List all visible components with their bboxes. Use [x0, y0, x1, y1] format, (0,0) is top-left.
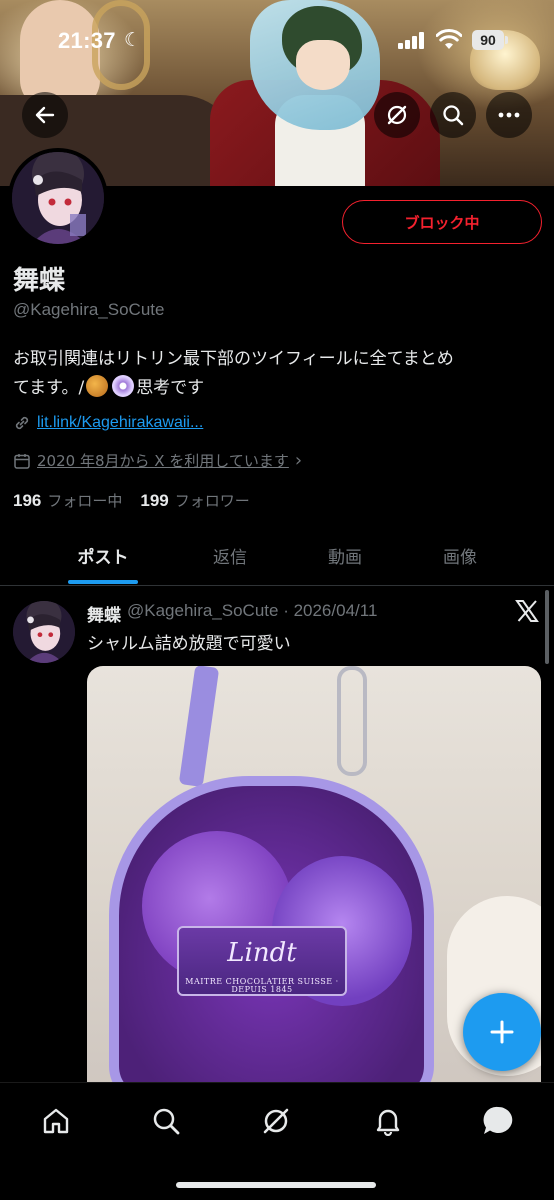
blocked-button[interactable]: ブロック中: [342, 200, 542, 244]
post-meta: @Kagehira_SoCute · 2026/04/11: [127, 601, 378, 620]
image-strap: [178, 666, 220, 788]
image-label-sub: MAITRE CHOCOLATIER SUISSE · DEPUIS 1845: [185, 977, 339, 994]
messages-icon: [483, 1106, 513, 1134]
following-link[interactable]: 196 フォロー中: [13, 490, 122, 511]
nav-notifications[interactable]: [368, 1101, 408, 1141]
profile-tabs: ポスト 返信 動画 画像: [0, 526, 554, 586]
image-clip: [337, 666, 367, 776]
focus-moon-icon: ☾: [124, 29, 142, 51]
following-label: フォロー中: [47, 492, 123, 510]
followers-count: 199: [140, 491, 169, 510]
tab-posts[interactable]: ポスト: [48, 526, 158, 584]
grok-button[interactable]: [374, 92, 420, 138]
tab-posts-label: ポスト: [77, 547, 129, 568]
bio-line-1: お取引関連はリトリン最下部のツイフィールに全てまとめ: [13, 349, 454, 369]
nav-messages[interactable]: [478, 1101, 518, 1141]
link-icon: [15, 416, 29, 430]
nav-home[interactable]: [36, 1101, 76, 1141]
joined-text: 2020 年8月から X を利用しています: [37, 452, 289, 470]
battery-indicator: 90: [472, 30, 508, 50]
nav-grok[interactable]: [256, 1101, 296, 1141]
search-button[interactable]: [430, 92, 476, 138]
image-chocolate-label: Lindt MAITRE CHOCOLATIER SUISSE · DEPUIS…: [177, 926, 347, 996]
post-text: シャルム詰め放題で可愛い: [87, 634, 291, 654]
profile-bio: お取引関連はリトリン最下部のツイフィールに全てまとめ てます。/ 思考です: [13, 345, 538, 403]
profile-link[interactable]: lit.link/Kagehirakawaii...: [37, 414, 203, 432]
more-icon: [498, 112, 520, 118]
profile-display-name: 舞蝶: [13, 266, 66, 296]
image-label-brand: Lindt: [227, 938, 297, 968]
plus-icon: [490, 1020, 514, 1044]
cellular-signal-icon: [398, 31, 426, 49]
compose-post-button[interactable]: [463, 993, 541, 1071]
candy-emoji-icon: [112, 375, 135, 397]
post-header: 舞蝶 @Kagehira_SoCute · 2026/04/11: [87, 601, 377, 626]
chevron-right-icon: ›: [294, 450, 303, 471]
grok-icon: [263, 1108, 289, 1134]
profile-website[interactable]: lit.link/Kagehirakawaii...: [13, 414, 203, 432]
tab-videos[interactable]: 動画: [290, 526, 400, 584]
status-time: 21:37: [58, 28, 116, 53]
calendar-icon: [14, 453, 30, 469]
scrollbar[interactable]: [545, 590, 549, 664]
home-indicator[interactable]: [176, 1182, 376, 1188]
nav-search[interactable]: [146, 1101, 186, 1141]
tab-images[interactable]: 画像: [405, 526, 515, 584]
follow-stats: 196 フォロー中 199 フォロワー: [13, 490, 250, 511]
home-icon: [43, 1108, 69, 1134]
bio-line-2-post: 思考です: [136, 378, 205, 398]
profile-joined-date[interactable]: 2020 年8月から X を利用しています ›: [13, 450, 302, 471]
profile-handle: @Kagehira_SoCute: [13, 300, 165, 319]
arrow-left-icon: [35, 106, 55, 124]
wifi-icon: [436, 29, 462, 49]
post-author-avatar[interactable]: [13, 601, 75, 663]
bio-line-2-pre: てます。/: [13, 378, 85, 398]
profile-avatar[interactable]: [8, 148, 108, 248]
search-icon: [153, 1108, 180, 1135]
notifications-icon: [376, 1109, 400, 1136]
back-button[interactable]: [22, 92, 68, 138]
tab-replies[interactable]: 返信: [175, 526, 285, 584]
tab-replies-label: 返信: [213, 547, 247, 568]
status-bar: 21:37 ☾ 90: [0, 0, 554, 80]
followers-label: フォロワー: [174, 492, 250, 510]
croissant-emoji-icon: [86, 375, 109, 397]
grok-icon: [387, 105, 407, 125]
post-author-name[interactable]: 舞蝶: [87, 601, 121, 626]
following-count: 196: [13, 491, 42, 510]
tab-images-label: 画像: [443, 547, 477, 568]
tab-active-underline: [68, 580, 138, 584]
followers-link[interactable]: 199 フォロワー: [140, 490, 249, 511]
tab-videos-label: 動画: [328, 547, 362, 568]
more-button[interactable]: [486, 92, 532, 138]
search-icon: [443, 105, 464, 126]
x-logo-icon: [515, 600, 539, 622]
